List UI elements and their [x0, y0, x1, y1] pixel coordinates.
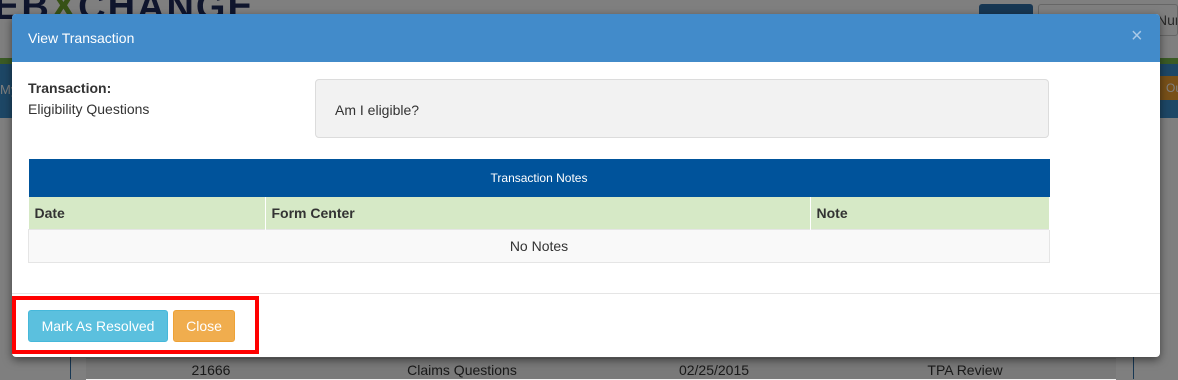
transaction-notes-table: Transaction Notes Date Form Center Note …	[28, 159, 1050, 263]
notes-table-caption: Transaction Notes	[28, 159, 1050, 197]
view-transaction-modal: View Transaction × Transaction: Eligibil…	[12, 14, 1160, 357]
modal-title: View Transaction	[28, 30, 135, 46]
column-header-form-center: Form Center	[265, 197, 811, 230]
transaction-message: Am I eligible?	[315, 79, 1049, 138]
column-header-note: Note	[810, 197, 1050, 230]
mark-as-resolved-button[interactable]: Mark As Resolved	[28, 310, 168, 342]
transaction-type: Eligibility Questions	[28, 101, 150, 117]
column-header-date: Date	[28, 197, 266, 230]
close-icon[interactable]: ×	[1131, 26, 1143, 46]
close-button[interactable]: Close	[173, 310, 235, 342]
transaction-label: Transaction:	[28, 80, 112, 96]
modal-header: View Transaction ×	[12, 14, 1160, 62]
empty-notes-message: No Notes	[28, 229, 1050, 263]
